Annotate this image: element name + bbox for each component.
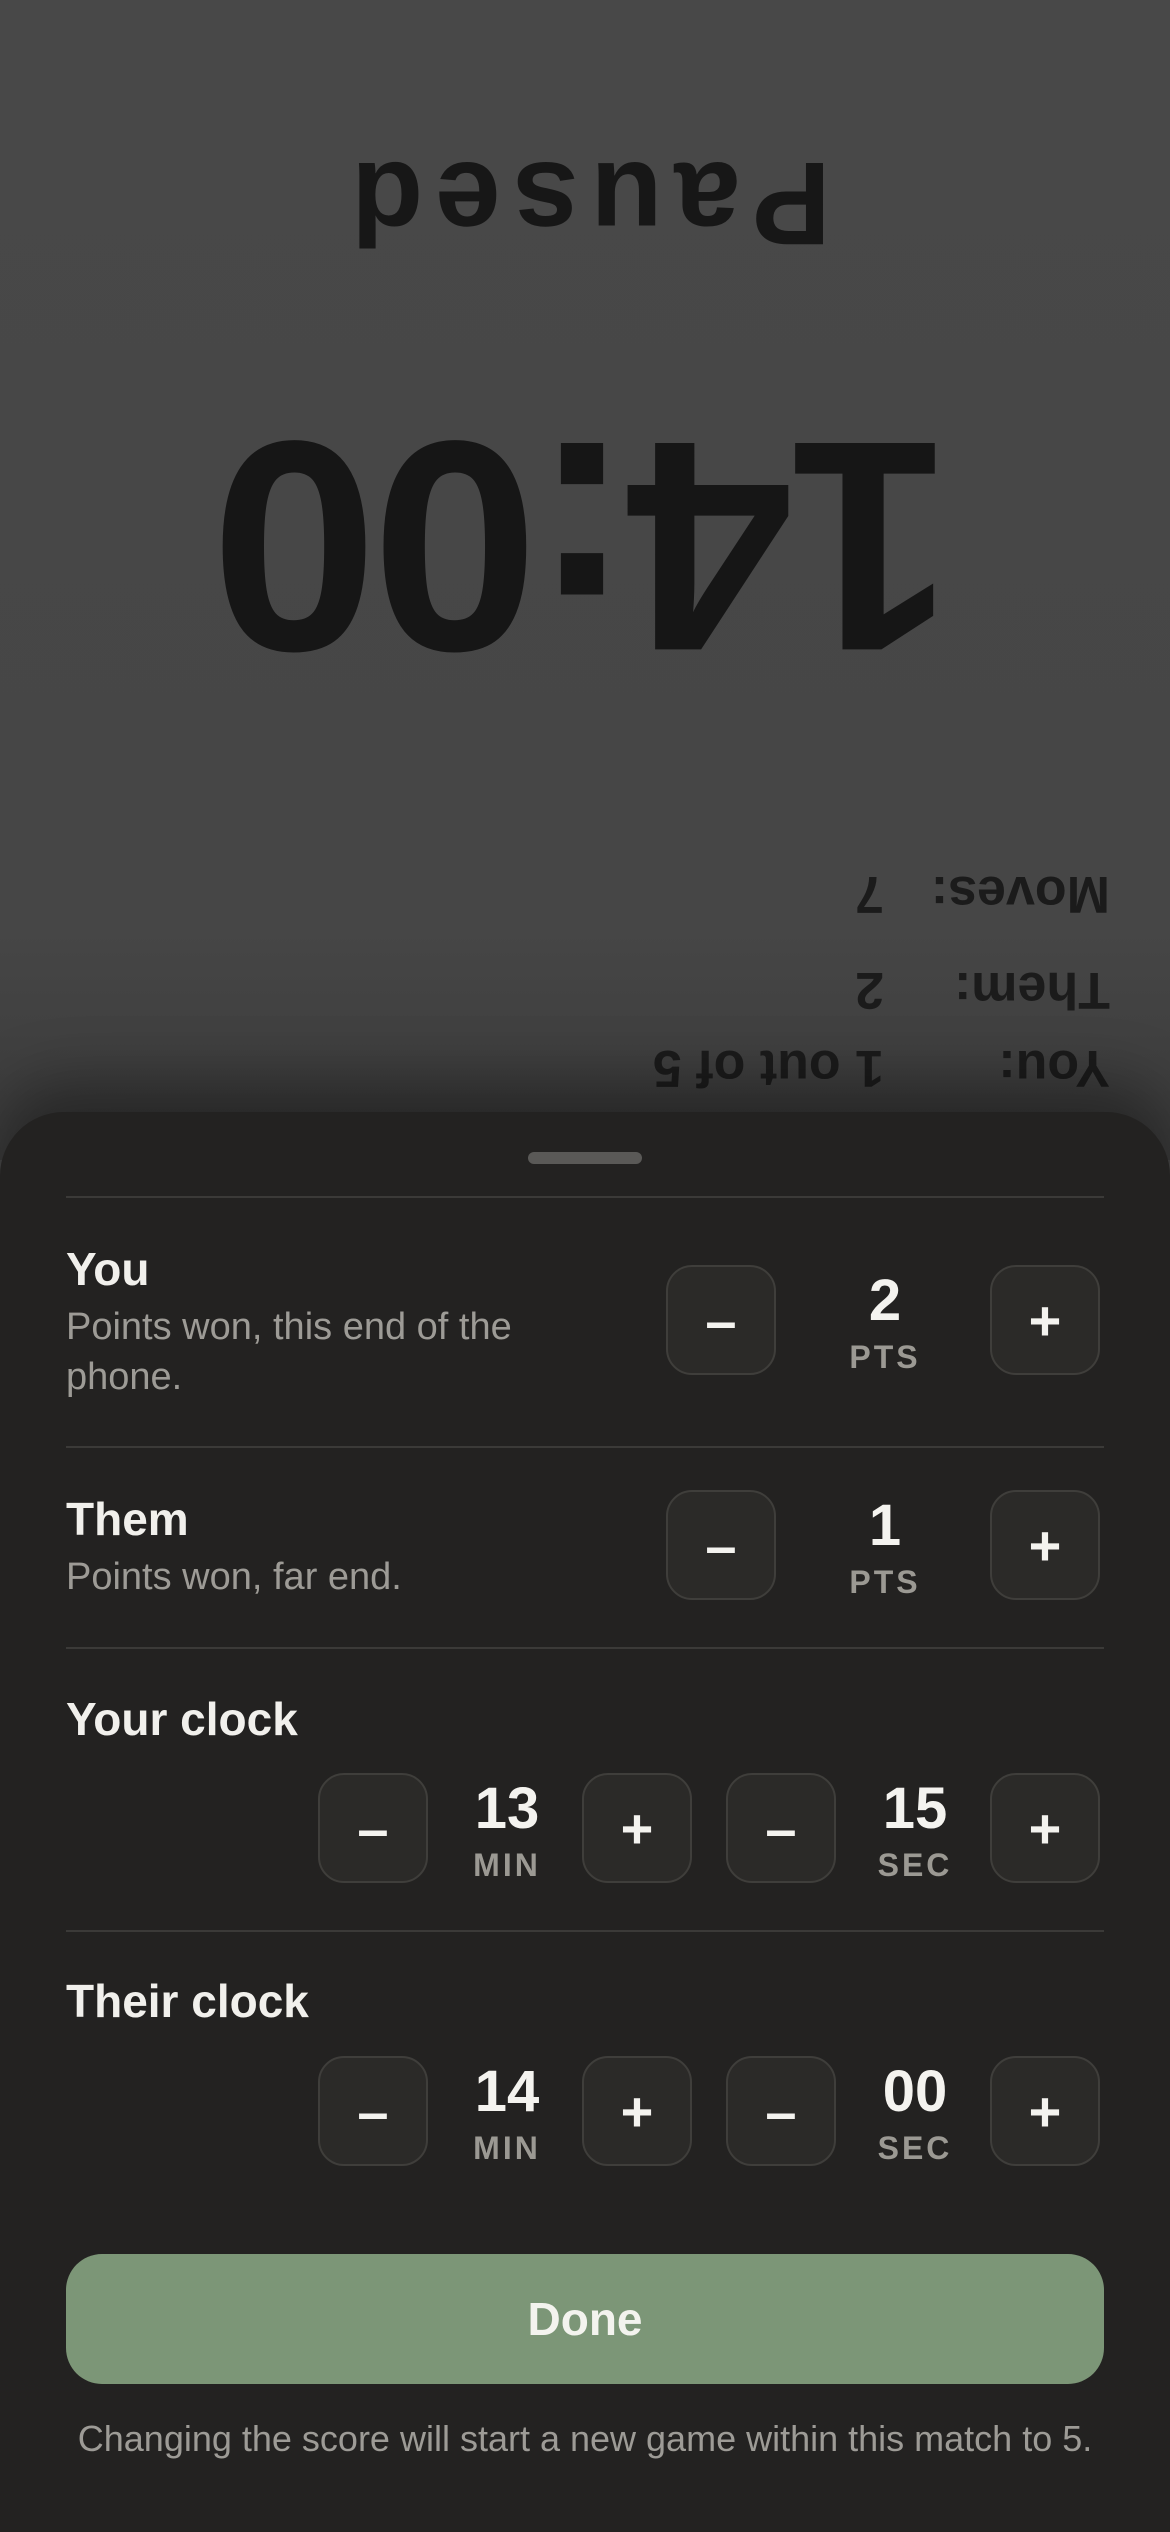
your-clock-minutes-unit: MIN [473, 1847, 541, 1883]
opponent-panel-rotated: Paused 14:00 You: 1 out of 5 Them: 2 Mov… [0, 0, 1170, 1160]
you-points-unit: PTS [849, 1339, 921, 1375]
their-clock-seconds-value: 00 [882, 2059, 948, 2124]
stat-value: 1 out of 5 [652, 1039, 884, 1097]
you-points-increment-button[interactable]: + [990, 1265, 1100, 1375]
edit-sheet: You Points won, this end of the phone. –… [0, 1112, 1170, 2532]
stat-label: Them: [954, 961, 1110, 1019]
stat-label: You: [998, 1039, 1110, 1097]
their-clock-seconds-unit: SEC [877, 2130, 953, 2166]
done-button[interactable]: Done [66, 2254, 1104, 2384]
them-points-value: 1 [868, 1493, 902, 1558]
their-clock-minutes-increment-button[interactable]: + [582, 2056, 692, 2166]
opponent-panel: Paused 14:00 You: 1 out of 5 Them: 2 Mov… [0, 0, 1170, 1160]
their-clock-seconds-increment-button[interactable]: + [990, 2056, 1100, 2166]
stat-value: 2 [855, 961, 884, 1019]
divider [66, 1647, 1104, 1649]
you-title: You [66, 1243, 150, 1295]
divider [66, 1446, 1104, 1448]
your-clock-minutes-decrement-button[interactable]: – [318, 1773, 428, 1883]
you-points-decrement-button[interactable]: – [666, 1265, 776, 1375]
your-clock-minutes-value: 13 [474, 1776, 540, 1841]
their-clock-title: Their clock [66, 1975, 309, 2027]
divider [66, 1196, 1104, 1198]
them-title: Them [66, 1493, 189, 1545]
their-clock-minutes-decrement-button[interactable]: – [318, 2056, 428, 2166]
your-clock-seconds-decrement-button[interactable]: – [726, 1773, 836, 1883]
them-subtitle: Points won, far end. [66, 1556, 402, 1598]
them-points-unit: PTS [849, 1564, 921, 1600]
them-points-increment-button[interactable]: + [990, 1490, 1100, 1600]
you-subtitle: Points won, this end of the phone. [66, 1306, 512, 1398]
opponent-clock: 14:00 [216, 379, 954, 715]
sheet-drag-handle[interactable] [528, 1152, 642, 1164]
them-points-decrement-button[interactable]: – [666, 1490, 776, 1600]
stat-value: 7 [855, 865, 884, 923]
your-clock-seconds-increment-button[interactable]: + [990, 1773, 1100, 1883]
your-clock-seconds-unit: SEC [877, 1847, 953, 1883]
their-clock-minutes-value: 14 [474, 2059, 540, 2124]
stat-label: Moves: [930, 865, 1110, 923]
your-clock-title: Your clock [66, 1693, 298, 1745]
your-clock-minutes-increment-button[interactable]: + [582, 1773, 692, 1883]
score-change-note: Changing the score will start a new game… [77, 2418, 1093, 2459]
divider [66, 1930, 1104, 1932]
their-clock-minutes-unit: MIN [473, 2130, 541, 2166]
you-points-value: 2 [868, 1268, 902, 1333]
their-clock-seconds-decrement-button[interactable]: – [726, 2056, 836, 2166]
paused-status: Paused [339, 137, 831, 269]
your-clock-seconds-value: 15 [882, 1776, 948, 1841]
